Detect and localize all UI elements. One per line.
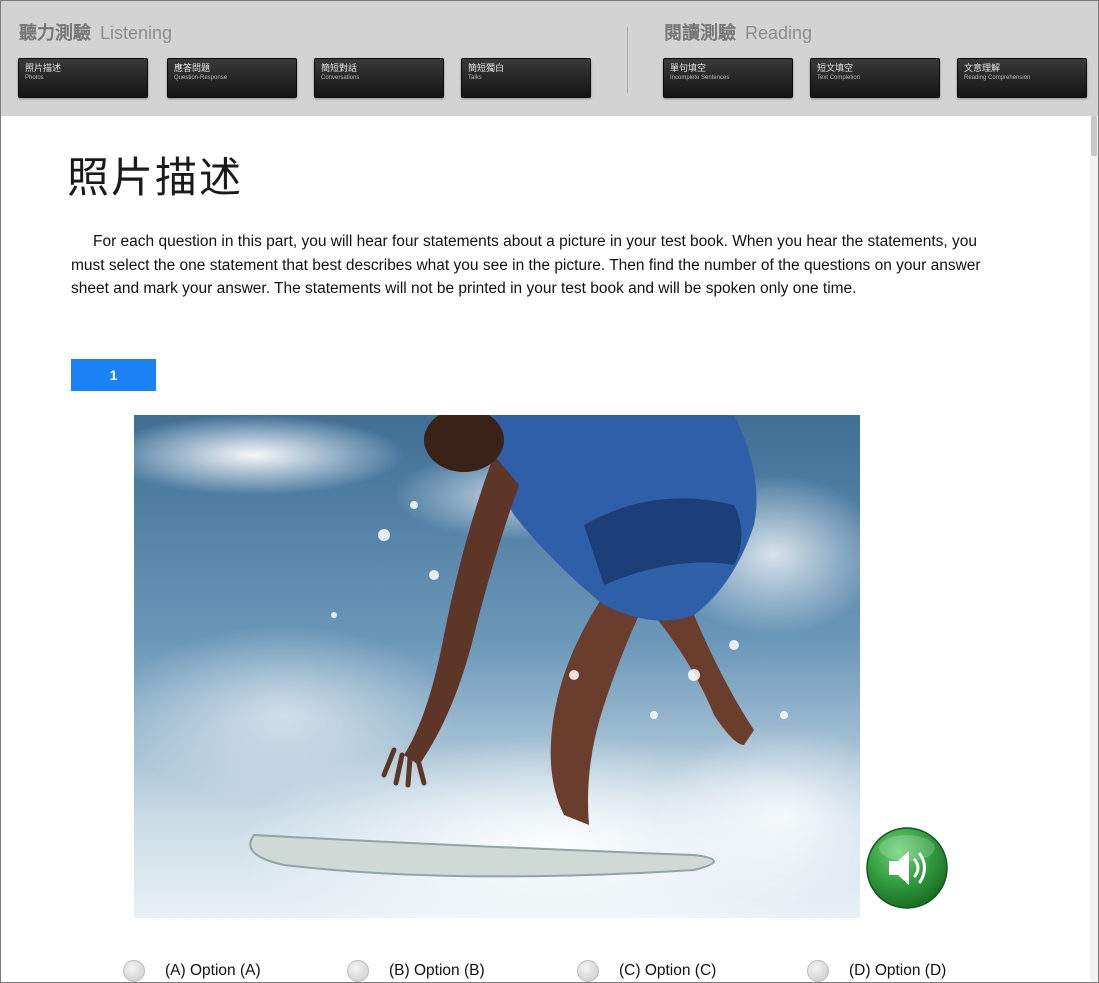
- nav-button-reading-comprehension[interactable]: 文意理解 Reading Comprehension: [957, 58, 1087, 98]
- nav-button-incomplete-sentences[interactable]: 單句填空 Incomplete Sentences: [663, 58, 793, 98]
- nav-button-talks[interactable]: 簡短獨白 Talks: [461, 58, 591, 98]
- nav-button-label-en: Text Completion: [817, 75, 861, 81]
- listening-section-title: 聽力測驗 Listening: [19, 19, 172, 45]
- nav-button-label-en: Question-Response: [174, 75, 228, 81]
- test-page: 聽力測驗 Listening 照片描述 Photos 應答問題 Question…: [0, 0, 1099, 983]
- nav-button-question-response[interactable]: 應答問題 Question-Response: [167, 58, 297, 98]
- nav-button-label-en: Photos: [25, 75, 44, 81]
- nav-button-label-zh: 應答問題: [174, 63, 211, 73]
- reading-title-zh: 閱讀測驗: [664, 23, 736, 43]
- nav-button-label-zh: 簡短對話: [321, 63, 358, 73]
- nav-button-label-zh: 單句填空: [670, 63, 707, 73]
- option-label: (A) Option (A): [165, 962, 261, 979]
- section-navigation: 聽力測驗 Listening 照片描述 Photos 應答問題 Question…: [1, 1, 1098, 116]
- instructions-text: For each question in this part, you will…: [71, 233, 981, 298]
- option-b[interactable]: (B) Option (B): [347, 958, 485, 982]
- nav-button-label-zh: 簡短獨白: [468, 63, 505, 73]
- nav-button-conversations[interactable]: 簡短對話 Conversations: [314, 58, 444, 98]
- radio-button[interactable]: [577, 960, 599, 982]
- option-label: (C) Option (C): [619, 962, 717, 979]
- option-c[interactable]: (C) Option (C): [577, 958, 717, 982]
- nav-button-label-en: Incomplete Sentences: [670, 75, 730, 81]
- option-label: (B) Option (B): [389, 962, 485, 979]
- vertical-scrollbar[interactable]: [1090, 116, 1098, 982]
- option-a[interactable]: (A) Option (A): [123, 958, 261, 982]
- speaker-play-icon[interactable]: [865, 826, 949, 910]
- radio-button[interactable]: [347, 960, 369, 982]
- listening-title-en: Listening: [100, 23, 173, 43]
- nav-button-label-en: Reading Comprehension: [964, 75, 1031, 81]
- reading-title-en: Reading: [745, 23, 813, 43]
- section-divider: [627, 27, 628, 93]
- answer-options: (A) Option (A) (B) Option (B) (C) Option…: [1, 958, 1098, 982]
- reading-section-title: 閱讀測驗 Reading: [664, 19, 812, 45]
- nav-button-photos[interactable]: 照片描述 Photos: [18, 58, 148, 98]
- listening-title-zh: 聽力測驗: [19, 23, 91, 43]
- nav-button-label-zh: 文意理解: [964, 63, 1001, 73]
- nav-button-label-en: Talks: [468, 75, 482, 81]
- scrollbar-thumb[interactable]: [1091, 116, 1097, 156]
- radio-button[interactable]: [123, 960, 145, 982]
- option-d[interactable]: (D) Option (D): [807, 958, 947, 982]
- nav-button-label-zh: 照片描述: [25, 63, 62, 73]
- nav-button-label-en: Conversations: [321, 75, 360, 81]
- option-label: (D) Option (D): [849, 962, 947, 979]
- nav-button-label-zh: 短文填空: [817, 63, 854, 73]
- radio-button[interactable]: [807, 960, 829, 982]
- page-title: 照片描述: [67, 153, 244, 202]
- question-number-badge[interactable]: 1: [71, 359, 156, 391]
- surfer-photo: [134, 415, 860, 918]
- nav-button-text-completion[interactable]: 短文填空 Text Completion: [810, 58, 940, 98]
